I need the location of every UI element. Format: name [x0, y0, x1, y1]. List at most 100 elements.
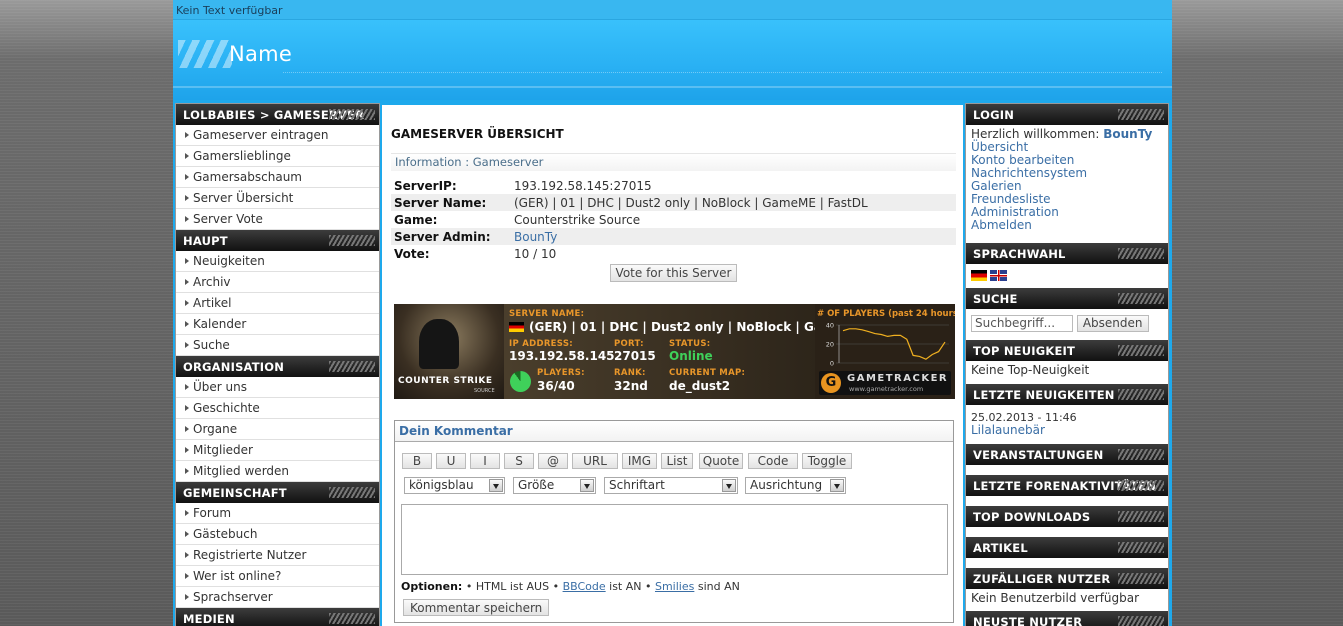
- options-label: Optionen:: [401, 580, 463, 593]
- email-button[interactable]: @: [538, 453, 568, 469]
- search-submit-button[interactable]: Absenden: [1076, 315, 1149, 332]
- sidebar-item[interactable]: Sprachserver: [176, 587, 379, 608]
- quote-button[interactable]: Quote: [699, 453, 743, 469]
- comment-options: Optionen: • HTML ist AUS • BBCode ist AN…: [401, 580, 740, 593]
- chevron-down-icon: [830, 479, 844, 492]
- sidebar-item[interactable]: Mitglieder: [176, 440, 379, 461]
- option-smilies-state: sind AN: [697, 580, 740, 593]
- search-box: Suchbegriff... Absenden: [966, 309, 1168, 340]
- color-select[interactable]: königsblau: [404, 477, 505, 494]
- info-label: Server Name:: [391, 194, 511, 211]
- list-button[interactable]: List: [661, 453, 693, 469]
- sidebar-item[interactable]: Archiv: [176, 272, 379, 293]
- random-user-text: Kein Benutzerbild verfügbar: [971, 591, 1140, 605]
- bold-button[interactable]: B: [402, 453, 432, 469]
- sidebar-heading: ORGANISATION: [176, 356, 379, 377]
- port-label: PORT:: [614, 339, 644, 349]
- germany-flag-icon: [509, 322, 524, 332]
- info-label: Game:: [394, 212, 438, 227]
- italic-button[interactable]: I: [470, 453, 500, 469]
- rank-label: RANK:: [614, 368, 646, 378]
- forum-activity-heading: LETZTE FORENAKTIVITÄTEN: [966, 475, 1168, 496]
- page-wrapper: Kein Text verfügbar Name LOLBABIES > GAM…: [173, 0, 1172, 626]
- breadcrumb: Information : Gameserver: [391, 153, 956, 171]
- game-logo: COUNTER STRIKE: [398, 376, 493, 386]
- toggle-button[interactable]: Toggle: [802, 453, 852, 469]
- smilies-link[interactable]: Smilies: [655, 580, 694, 593]
- font-select-value: Schriftart: [609, 478, 665, 492]
- sidebar-item[interactable]: Registrierte Nutzer: [176, 545, 379, 566]
- sidebar-item[interactable]: Organe: [176, 419, 379, 440]
- top-news-heading: TOP NEUIGKEIT: [966, 340, 1168, 361]
- save-comment-button[interactable]: Kommentar speichern: [403, 599, 550, 616]
- gametracker-banner[interactable]: COUNTER STRIKE SOURCE SERVER NAME: (GER)…: [394, 304, 955, 399]
- login-heading: LOGIN: [966, 104, 1168, 125]
- option-html: HTML ist AUS: [475, 580, 550, 593]
- underline-button[interactable]: U: [436, 453, 466, 469]
- sidebar-item[interactable]: Geschichte: [176, 398, 379, 419]
- link-logout[interactable]: Abmelden: [971, 219, 1163, 232]
- graph-tick-label: 0: [830, 360, 834, 368]
- graph-title: # OF PLAYERS (past 24 hours): [817, 309, 955, 319]
- sidebar-item[interactable]: Neuigkeiten: [176, 251, 379, 272]
- table-row: Vote: 10 / 10: [391, 245, 956, 262]
- font-select[interactable]: Schriftart: [604, 477, 738, 494]
- english-flag-icon[interactable]: [990, 270, 1007, 281]
- comment-textarea[interactable]: [401, 504, 948, 575]
- top-downloads-heading: TOP DOWNLOADS: [966, 506, 1168, 527]
- game-artwork: COUNTER STRIKE SOURCE: [394, 304, 504, 399]
- img-button[interactable]: IMG: [622, 453, 657, 469]
- align-select-value: Ausrichtung: [750, 478, 823, 492]
- header-line: [173, 86, 1172, 88]
- site-header: Name: [173, 20, 1172, 100]
- info-label: Vote:: [394, 246, 430, 261]
- german-flag-icon[interactable]: [971, 270, 987, 281]
- comment-header: Dein Kommentar: [395, 421, 953, 442]
- code-button[interactable]: Code: [748, 453, 798, 469]
- sidebar-heading: MEDIEN: [176, 608, 379, 626]
- sidebar-item[interactable]: Gamersabschaum: [176, 167, 379, 188]
- align-select[interactable]: Ausrichtung: [745, 477, 846, 494]
- sidebar-item[interactable]: Gamerslieblinge: [176, 146, 379, 167]
- main-content: GAMESERVER ÜBERSICHT Information : Games…: [382, 105, 963, 626]
- sidebar-item[interactable]: Kalender: [176, 314, 379, 335]
- table-row: Server Name: (GER) | 01 | DHC | Dust2 onl…: [391, 194, 956, 211]
- strike-button[interactable]: S: [504, 453, 534, 469]
- graph-tick-label: 20: [826, 341, 834, 349]
- info-value: (GER) | 01 | DHC | Dust2 only | NoBlock …: [511, 194, 956, 211]
- info-value: 193.192.58.145:27015: [514, 178, 652, 193]
- sidebar-item[interactable]: Artikel: [176, 293, 379, 314]
- sidebar-item[interactable]: Über uns: [176, 377, 379, 398]
- size-select[interactable]: Größe: [513, 477, 596, 494]
- info-value: 10 / 10: [514, 246, 557, 261]
- sidebar-item[interactable]: Forum: [176, 503, 379, 524]
- sidebar-item[interactable]: Server Übersicht: [176, 188, 379, 209]
- vote-button[interactable]: Vote for this Server: [610, 264, 737, 282]
- size-select-value: Größe: [518, 478, 555, 492]
- bbcode-link[interactable]: BBCode: [563, 580, 606, 593]
- table-row: Game: Counterstrike Source: [391, 211, 956, 228]
- page-title: GAMESERVER ÜBERSICHT: [391, 127, 564, 141]
- sidebar-item[interactable]: Gameserver eintragen: [176, 125, 379, 146]
- sidebar-item[interactable]: Mitglied werden: [176, 461, 379, 482]
- articles-heading: ARTIKEL: [966, 537, 1168, 558]
- site-name[interactable]: Name: [229, 42, 292, 66]
- sidebar-item[interactable]: Suche: [176, 335, 379, 356]
- login-box: Herzlich willkommen: BounTy Übersicht Ko…: [966, 125, 1168, 243]
- game-logo-sub: SOURCE: [474, 388, 495, 394]
- gametracker-name: GAMETRACKER: [847, 373, 949, 384]
- sidebar-item[interactable]: Gästebuch: [176, 524, 379, 545]
- banner-players: 36/40: [537, 379, 575, 393]
- search-input[interactable]: Suchbegriff...: [971, 315, 1073, 332]
- sidebar-heading: LOLBABIES > GAMESERVER: [176, 104, 379, 125]
- comment-form: Dein Kommentar B U I S @ URL IMG List Qu…: [394, 420, 954, 623]
- latest-news-link[interactable]: Lilalaunebär: [971, 424, 1163, 437]
- chevron-down-icon: [722, 479, 736, 492]
- sidebar-item[interactable]: Wer ist online?: [176, 566, 379, 587]
- sidebar-item[interactable]: Server Vote: [176, 209, 379, 230]
- server-admin-link[interactable]: BounTy: [514, 230, 557, 244]
- username[interactable]: BounTy: [1103, 127, 1152, 141]
- language-box: [966, 264, 1168, 288]
- url-button[interactable]: URL: [572, 453, 618, 469]
